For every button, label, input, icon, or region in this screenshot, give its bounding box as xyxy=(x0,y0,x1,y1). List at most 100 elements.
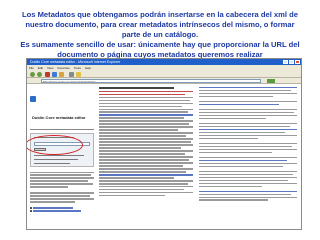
text-line xyxy=(199,142,297,145)
text-line xyxy=(99,195,165,197)
caption-line-1: Los Metadatos que obtengamos podrán inse… xyxy=(22,10,298,19)
section-heading-line xyxy=(99,87,175,89)
menu-favorites[interactable]: Favorites xyxy=(57,66,69,70)
list-item[interactable] xyxy=(30,210,94,212)
form-option-line xyxy=(34,154,84,156)
text-line xyxy=(199,185,262,187)
text-line xyxy=(199,159,288,162)
text-line xyxy=(199,128,297,131)
text-line xyxy=(199,87,297,89)
text-line xyxy=(99,174,193,176)
text-line xyxy=(199,89,292,92)
text-line xyxy=(199,196,297,198)
text-line xyxy=(99,108,193,110)
text-line xyxy=(99,99,191,101)
text-line xyxy=(99,162,193,164)
menu-file[interactable]: File xyxy=(29,66,34,70)
close-button[interactable] xyxy=(295,60,300,64)
page-content: Dublin Core metadata editor xyxy=(27,84,301,229)
text-line xyxy=(30,201,75,203)
text-line xyxy=(99,159,190,161)
text-line xyxy=(199,193,292,195)
text-line xyxy=(99,111,189,113)
text-line xyxy=(30,171,94,173)
text-line xyxy=(199,108,297,111)
text-line xyxy=(199,100,297,103)
text-line xyxy=(199,176,297,178)
address-input[interactable]: http://www.ukoln.ac.uk/metadata/dcdot/ xyxy=(41,79,261,83)
text-line xyxy=(199,179,289,181)
text-line xyxy=(99,90,193,92)
text-line xyxy=(199,145,293,148)
text-line xyxy=(199,165,284,168)
text-line xyxy=(99,126,193,128)
middle-column xyxy=(99,87,193,198)
text-line xyxy=(199,170,297,173)
text-line xyxy=(199,151,272,154)
minimize-button[interactable] xyxy=(283,60,288,64)
maximize-button[interactable] xyxy=(289,60,294,64)
caption-line-4: Es sumamente sencillo de usar: únicament… xyxy=(20,40,300,49)
text-line xyxy=(99,135,187,137)
text-line xyxy=(99,138,193,140)
site-header: Dublin Core metadata editor xyxy=(30,88,94,126)
text-line xyxy=(99,168,193,170)
text-line xyxy=(99,117,184,119)
text-line xyxy=(199,182,297,184)
left-column: Dublin Core metadata editor xyxy=(27,88,94,214)
dc-logo-icon xyxy=(30,95,36,102)
form-option-line xyxy=(34,158,78,160)
text-line xyxy=(199,131,286,134)
text-line xyxy=(199,137,258,140)
text-line xyxy=(30,195,91,197)
stop-icon[interactable] xyxy=(45,71,50,77)
text-line xyxy=(99,123,190,125)
text-line xyxy=(99,144,193,146)
text-line xyxy=(99,120,193,122)
text-line xyxy=(30,198,94,200)
text-line xyxy=(99,192,193,194)
favorites-icon[interactable] xyxy=(76,71,81,77)
form-option-line xyxy=(34,162,70,164)
back-icon[interactable] xyxy=(30,71,35,77)
text-line xyxy=(99,129,178,131)
text-line xyxy=(199,190,297,192)
text-line xyxy=(199,92,297,95)
text-line xyxy=(99,147,181,149)
text-line xyxy=(30,192,94,194)
text-line xyxy=(99,171,187,173)
text-line xyxy=(199,134,297,137)
text-line xyxy=(99,96,193,98)
site-title: Dublin Core metadata editor xyxy=(32,115,86,120)
text-line xyxy=(99,186,193,188)
text-line xyxy=(99,177,175,179)
refresh-icon[interactable] xyxy=(52,71,57,77)
text-line xyxy=(30,183,93,185)
search-icon[interactable] xyxy=(69,71,74,77)
text-line xyxy=(30,180,88,182)
go-button[interactable] xyxy=(267,79,275,83)
text-line xyxy=(30,177,94,179)
forward-icon[interactable] xyxy=(37,71,42,77)
browser-window-screenshot: Dublin Core metadata editor - Microsoft … xyxy=(26,58,302,230)
home-icon[interactable] xyxy=(59,71,64,77)
list-item[interactable] xyxy=(30,207,94,209)
menu-tools[interactable]: Tools xyxy=(74,66,81,70)
text-line xyxy=(99,180,193,182)
text-line xyxy=(99,165,183,167)
text-line xyxy=(99,189,184,191)
caption-text: Los Metadatos que obtengamos podrán inse… xyxy=(4,10,316,60)
text-line xyxy=(99,183,189,185)
text-line xyxy=(30,174,92,176)
menu-view[interactable]: View xyxy=(47,66,53,70)
url-submit-form xyxy=(27,132,94,167)
menu-help[interactable]: Help xyxy=(85,66,91,70)
highlight-oval xyxy=(27,134,83,155)
caption-line-3: parte de un catálogo. xyxy=(121,30,199,39)
menu-edit[interactable]: Edit xyxy=(38,66,43,70)
text-line xyxy=(199,117,266,120)
text-line xyxy=(99,156,193,158)
right-column xyxy=(199,87,297,202)
text-line xyxy=(99,141,192,143)
text-line xyxy=(199,114,297,117)
